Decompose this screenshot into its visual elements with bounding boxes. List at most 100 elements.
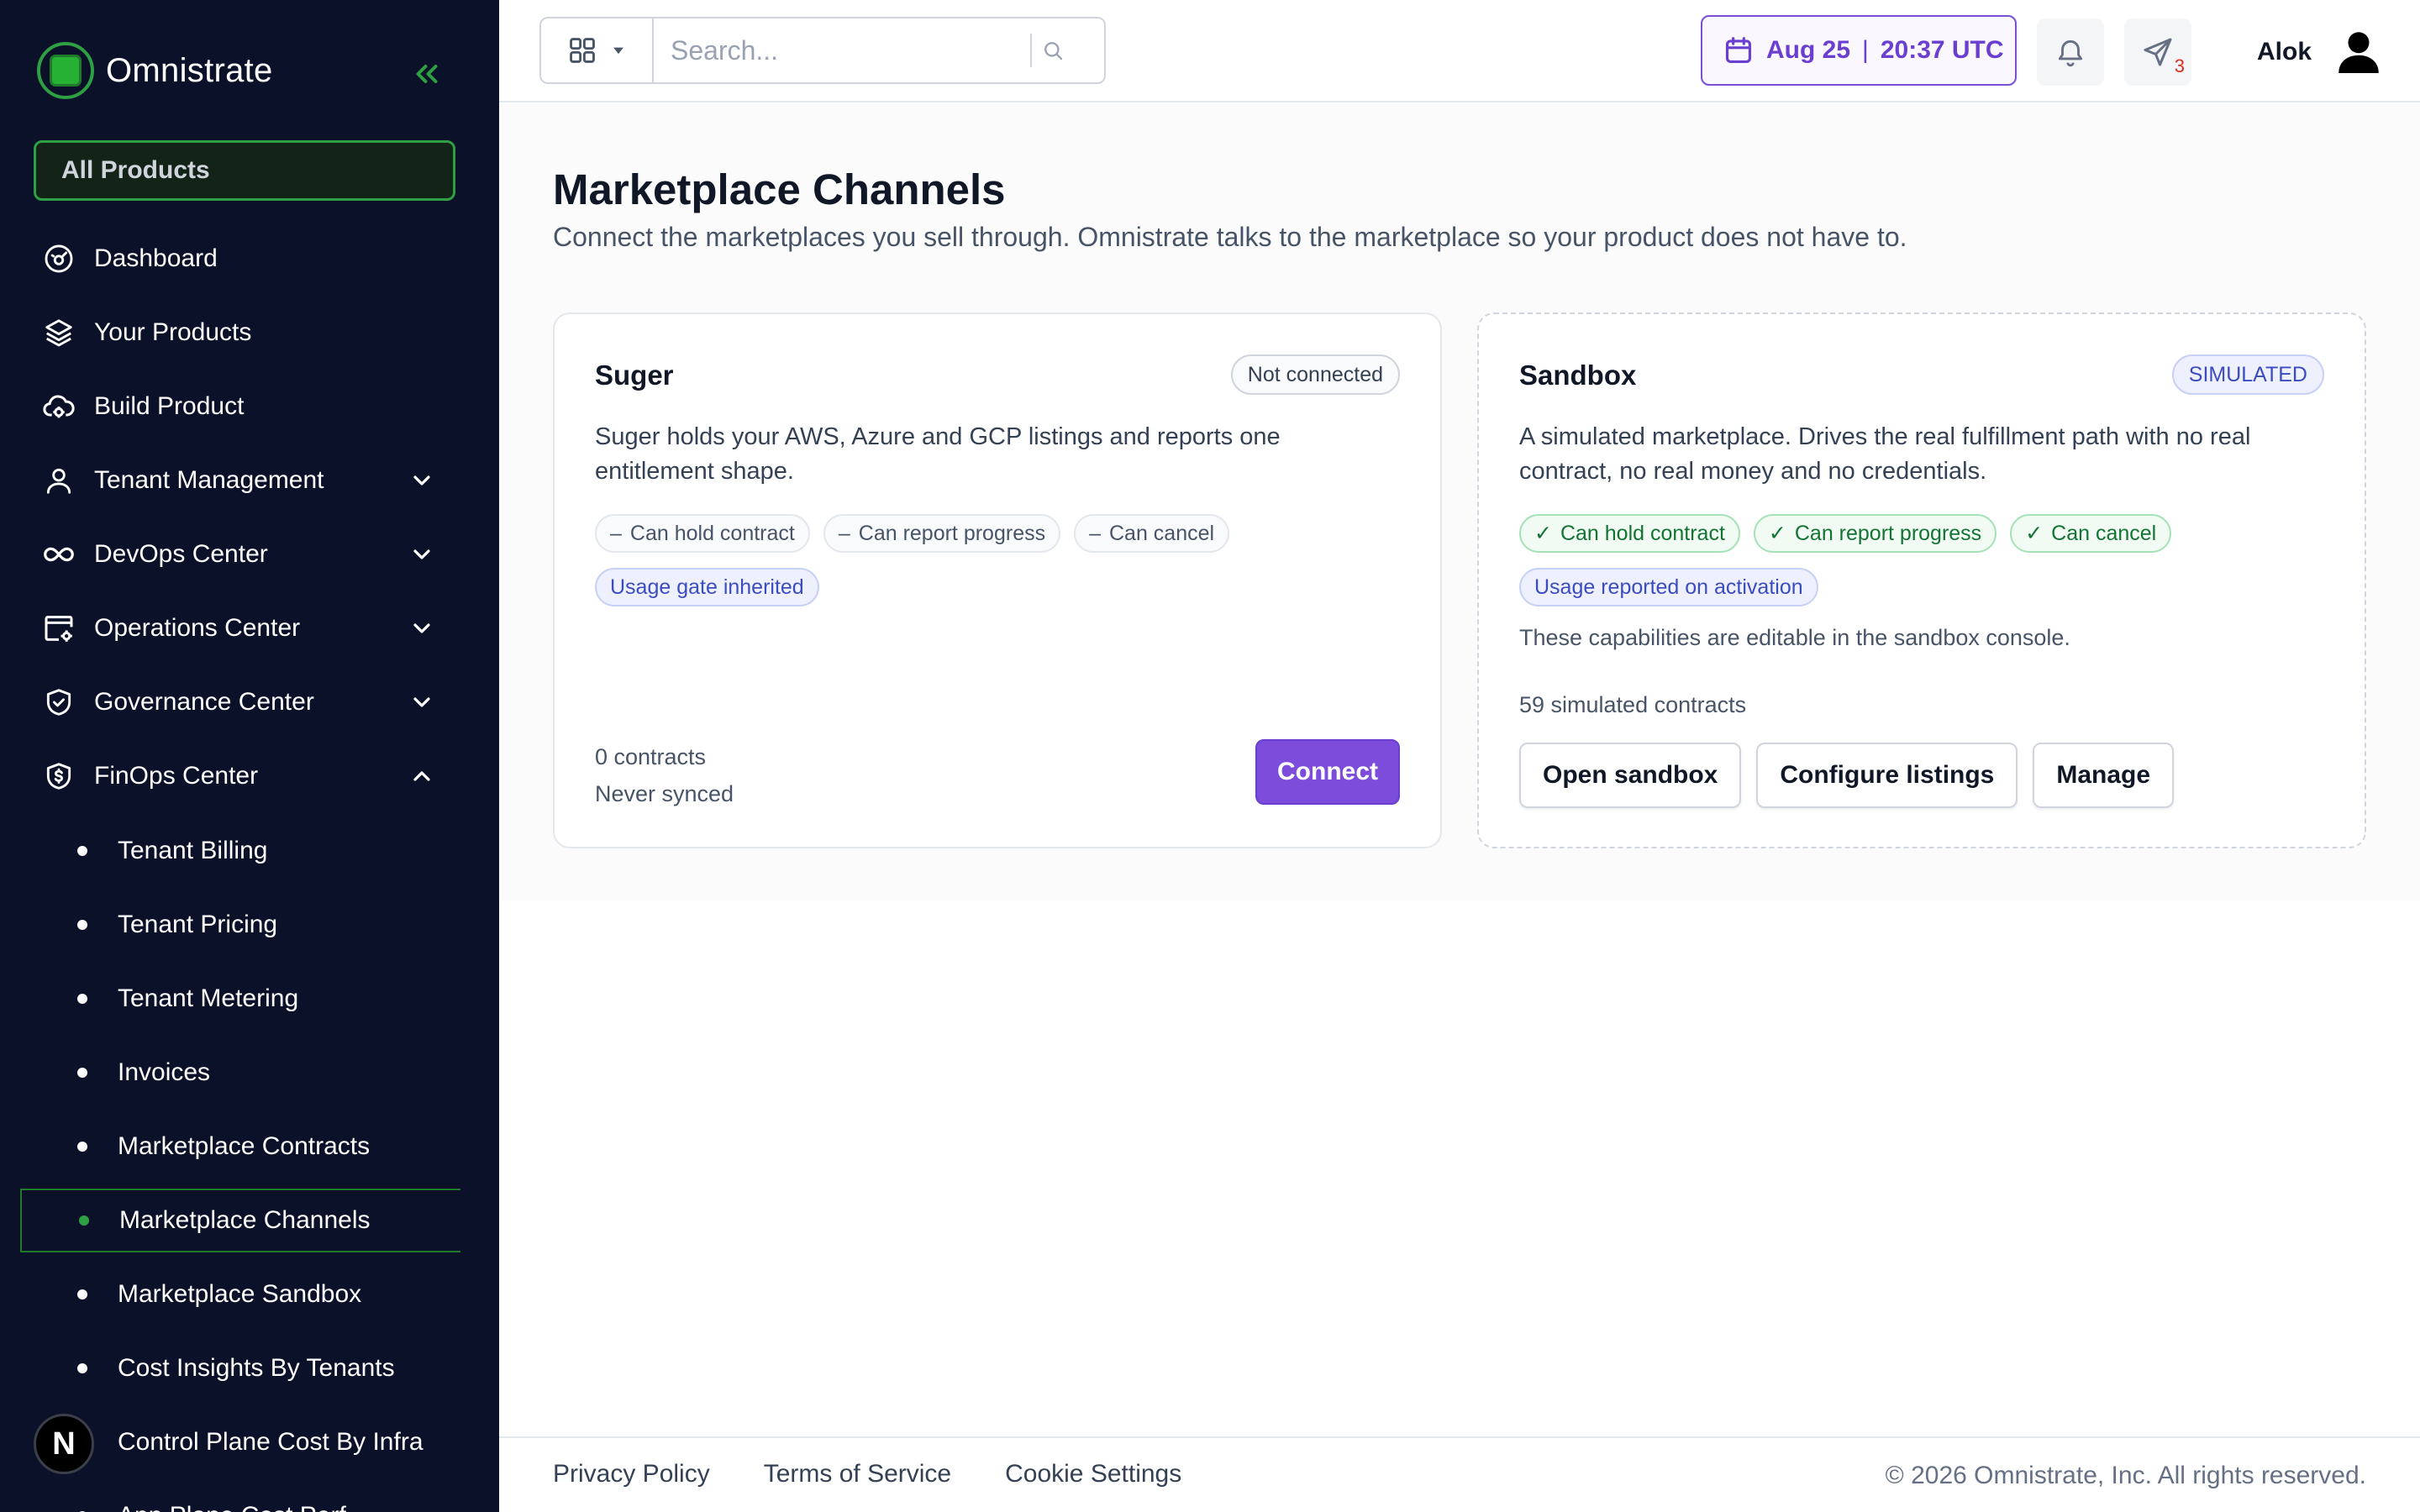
sidebar-subitem-label: Cost Insights By Tenants	[118, 1354, 395, 1382]
sidebar-item-label: Dashboard	[94, 244, 218, 272]
privacy-policy-link[interactable]: Privacy Policy	[553, 1460, 710, 1488]
chevron-up-icon	[413, 771, 430, 781]
search-input[interactable]	[654, 25, 1023, 76]
status-badge: Not connected	[1230, 354, 1400, 395]
connect-button[interactable]: Connect	[1255, 739, 1400, 805]
collapse-sidebar-button[interactable]	[410, 57, 444, 91]
sidebar-item-dashboard[interactable]: Dashboard	[20, 225, 460, 292]
sidebar-item-finops-center[interactable]: FinOps Center	[20, 743, 460, 810]
layers-icon	[40, 314, 77, 351]
sidebar-subitem-label: Marketplace Channels	[119, 1206, 371, 1234]
dash-icon: –	[610, 521, 622, 545]
sidebar-subitem-label: App Plane Cost Perf...	[118, 1502, 367, 1512]
sidebar-subitem-label: Marketplace Sandbox	[118, 1280, 362, 1308]
sidebar-subitem-app-plane-cost[interactable]: App Plane Cost Perf...	[20, 1484, 460, 1512]
dashboard-gauge-icon	[40, 240, 77, 277]
sidebar-subitem-tenant-billing[interactable]: Tenant Billing	[20, 819, 460, 883]
card-title: Suger	[595, 360, 674, 391]
bell-icon	[2058, 39, 2083, 67]
date-separator: |	[1862, 36, 1869, 64]
app-switcher-button[interactable]	[541, 18, 654, 82]
bullet-dot-icon	[77, 1289, 87, 1299]
bullet-dot-icon	[79, 1215, 89, 1226]
bullet-dot-icon	[77, 994, 87, 1004]
card-title: Sandbox	[1519, 360, 1637, 391]
user-menu[interactable]: Alok	[2257, 18, 2384, 86]
announcements-button[interactable]: 3	[2124, 18, 2191, 86]
sidebar-subitem-marketplace-sandbox[interactable]: Marketplace Sandbox	[20, 1263, 460, 1326]
chevron-down-icon	[413, 475, 430, 486]
caret-down-icon	[613, 47, 623, 55]
cloud-gear-icon	[40, 388, 77, 425]
sidebar-item-your-products[interactable]: Your Products	[20, 299, 460, 366]
page-subtitle: Connect the marketplaces you sell throug…	[553, 222, 1907, 252]
capability-chip: ✓ Can cancel	[2010, 514, 2172, 553]
sidebar-item-label: Build Product	[94, 392, 245, 420]
dash-icon: –	[1089, 521, 1101, 545]
sidebar-subitem-marketplace-contracts[interactable]: Marketplace Contracts	[20, 1115, 460, 1179]
sidebar-item-tenant-management[interactable]: Tenant Management	[20, 447, 460, 514]
cookie-settings-link[interactable]: Cookie Settings	[1005, 1460, 1181, 1488]
sidebar-subitem-label: Tenant Metering	[118, 984, 299, 1012]
sidebar-subitem-label: Tenant Billing	[118, 837, 268, 864]
usage-chip: Usage reported on activation	[1519, 568, 1818, 606]
footer-links: Privacy Policy Terms of Service Cookie S…	[553, 1460, 1181, 1488]
capability-chip: – Can cancel	[1074, 514, 1230, 553]
sync-status: Never synced	[595, 781, 734, 806]
checkmark-icon: ✓	[2025, 522, 2044, 545]
status-badge: SIMULATED	[2171, 354, 2324, 395]
sidebar-item-governance-center[interactable]: Governance Center	[20, 669, 460, 736]
all-products-button[interactable]: All Products	[34, 140, 455, 201]
nextjs-dev-badge[interactable]: N	[34, 1414, 94, 1474]
send-arrow-icon	[2144, 38, 2172, 66]
capability-chip: – Can report progress	[823, 514, 1061, 553]
contracts-count: 59 simulated contracts	[1519, 692, 1747, 717]
sidebar-subitem-marketplace-channels[interactable]: Marketplace Channels	[20, 1189, 460, 1252]
infinity-icon	[40, 536, 77, 573]
avatar-person-icon	[2338, 32, 2379, 73]
configure-listings-button[interactable]: Configure listings	[1756, 743, 2018, 808]
sidebar-item-build-product[interactable]: Build Product	[20, 373, 460, 440]
capability-chips: ✓ Can hold contract ✓ Can report progress …	[1519, 514, 2172, 553]
footer: Privacy Policy Terms of Service Cookie S…	[499, 1436, 2420, 1512]
user-icon	[40, 462, 77, 499]
terms-of-service-link[interactable]: Terms of Service	[764, 1460, 951, 1488]
search-icon	[1044, 42, 1063, 60]
copyright-text: © 2026 Omnistrate, Inc. All rights reser…	[1885, 1462, 2366, 1489]
user-name: Alok	[2257, 38, 2312, 66]
card-description: A simulated marketplace. Drives the real…	[1519, 423, 2251, 485]
notifications-button[interactable]	[2037, 18, 2104, 86]
dash-icon: –	[838, 521, 850, 545]
sidebar-item-devops-center[interactable]: DevOps Center	[20, 521, 460, 588]
sidebar-item-label: DevOps Center	[94, 540, 268, 568]
announcement-count-badge: 3	[2174, 55, 2185, 76]
usage-chip: Usage gate inherited	[595, 568, 819, 606]
sidebar-item-operations-center[interactable]: Operations Center	[20, 595, 460, 662]
card-description: Suger holds your AWS, Azure and GCP list…	[595, 423, 1281, 485]
sidebar-subitem-tenant-pricing[interactable]: Tenant Pricing	[20, 893, 460, 957]
bullet-dot-icon	[77, 1363, 87, 1373]
sidebar: Omnistrate All Products Dashboard Your P…	[0, 0, 499, 1512]
sidebar-subitem-invoices[interactable]: Invoices	[20, 1041, 460, 1105]
brand[interactable]: Omnistrate	[37, 42, 273, 99]
double-chevron-left-icon	[416, 65, 438, 83]
search-bar	[539, 17, 1106, 84]
sidebar-item-label: Governance Center	[94, 688, 314, 716]
date-text: Aug 25	[1766, 36, 1851, 64]
shield-check-icon	[40, 684, 77, 721]
calendar-icon	[1725, 37, 1752, 64]
bullet-dot-icon	[77, 1068, 87, 1078]
checkmark-icon: ✓	[1534, 522, 1552, 545]
search-button[interactable]	[1032, 39, 1074, 62]
sandbox-channel-card: Sandbox SIMULATED A simulated marketplac…	[1477, 312, 2366, 848]
manage-button[interactable]: Manage	[2033, 743, 2175, 808]
bullet-dot-icon	[77, 920, 87, 930]
sidebar-subitem-cost-insights-by-tenants[interactable]: Cost Insights By Tenants	[20, 1336, 460, 1400]
open-sandbox-button[interactable]: Open sandbox	[1519, 743, 1742, 808]
date-time-display[interactable]: Aug 25 | 20:37 UTC	[1701, 15, 2017, 86]
time-text: 20:37 UTC	[1880, 36, 2004, 64]
sidebar-subitem-tenant-metering[interactable]: Tenant Metering	[20, 967, 460, 1031]
sandbox-actions: Open sandbox Configure listings Manage	[1519, 743, 2175, 808]
capability-chip: ✓ Can report progress	[1753, 514, 1997, 553]
capability-chip: – Can hold contract	[595, 514, 810, 553]
